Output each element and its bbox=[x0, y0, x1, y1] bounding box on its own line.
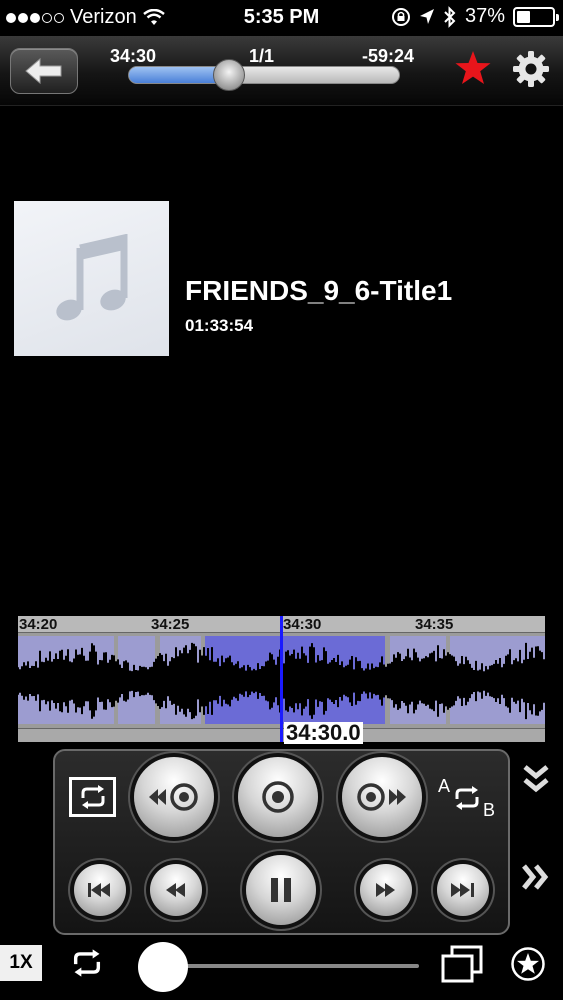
ab-repeat-b-label: B bbox=[483, 800, 496, 820]
windows-icon bbox=[441, 945, 483, 983]
star-icon bbox=[455, 51, 491, 84]
expand-panel-button[interactable] bbox=[520, 862, 552, 897]
track-duration: 01:33:54 bbox=[185, 316, 254, 335]
rotation-lock-icon bbox=[391, 7, 410, 26]
playback-speed-button[interactable]: 1X bbox=[0, 945, 42, 981]
fast-forward-icon bbox=[376, 883, 395, 897]
favorite-button[interactable] bbox=[454, 50, 492, 91]
loop-toggle-button[interactable] bbox=[69, 777, 116, 817]
volume-slider-knob[interactable] bbox=[138, 942, 188, 992]
battery-level bbox=[517, 10, 530, 23]
remaining-time: -59:24 bbox=[362, 46, 415, 66]
rewind-button[interactable] bbox=[150, 864, 202, 916]
battery-icon bbox=[513, 6, 559, 27]
status-bar-right: 37% bbox=[391, 5, 559, 28]
rewind-icon bbox=[166, 883, 185, 897]
waveform-tick-label: 34:35 bbox=[415, 616, 454, 633]
location-icon bbox=[419, 8, 434, 24]
skip-back-icon bbox=[149, 783, 198, 811]
fast-forward-button[interactable] bbox=[360, 864, 412, 916]
double-chevron-down-icon bbox=[523, 765, 549, 793]
seek-bar[interactable] bbox=[128, 66, 400, 84]
pause-icon bbox=[271, 878, 291, 902]
back-button[interactable] bbox=[10, 48, 78, 94]
skip-forward-button[interactable] bbox=[342, 757, 422, 837]
collapse-panel-button[interactable] bbox=[520, 764, 552, 799]
loop-icon bbox=[81, 785, 104, 809]
repeat-button[interactable] bbox=[70, 948, 104, 983]
skip-back-button[interactable] bbox=[134, 757, 214, 837]
target-button[interactable] bbox=[238, 757, 318, 837]
star-circle-icon bbox=[511, 947, 545, 981]
favorites-list-button[interactable] bbox=[510, 946, 546, 987]
next-track-icon bbox=[451, 883, 474, 897]
back-arrow-icon bbox=[25, 57, 62, 85]
repeat-icon bbox=[73, 949, 101, 977]
album-artwork bbox=[14, 201, 169, 356]
next-track-button[interactable] bbox=[437, 864, 489, 916]
battery-percent: 37% bbox=[464, 5, 505, 27]
waveform-tick-label: 34:20 bbox=[19, 616, 58, 633]
bluetooth-icon bbox=[444, 5, 456, 28]
waveform-current-time: 34:30.0 bbox=[284, 720, 363, 745]
music-note-icon bbox=[55, 233, 127, 320]
window-button[interactable] bbox=[440, 944, 484, 989]
volume-slider[interactable] bbox=[163, 964, 419, 968]
ab-repeat-icon bbox=[455, 786, 479, 810]
settings-button[interactable] bbox=[512, 50, 550, 93]
track-title: FRIENDS_9_6-Title1 bbox=[185, 275, 453, 306]
elapsed-time: 34:30 bbox=[110, 46, 157, 66]
previous-track-icon bbox=[88, 883, 110, 897]
waveform-view[interactable]: 34:20 34:25 34:30 34:35 bbox=[18, 616, 545, 742]
target-icon bbox=[262, 781, 294, 813]
track-index: 1/1 bbox=[249, 46, 275, 66]
gear-icon bbox=[513, 51, 549, 87]
skip-forward-icon bbox=[357, 783, 406, 811]
seek-bar-knob[interactable] bbox=[212, 59, 245, 91]
waveform-tick-label: 34:25 bbox=[151, 616, 190, 633]
pause-button[interactable] bbox=[246, 855, 316, 925]
waveform-playhead[interactable] bbox=[280, 616, 283, 742]
waveform-tick-label: 34:30 bbox=[283, 616, 322, 633]
double-chevron-right-icon bbox=[522, 864, 549, 890]
previous-track-button[interactable] bbox=[74, 864, 126, 916]
status-bar: Verizon 5:35 PM 37% bbox=[0, 0, 563, 36]
ab-repeat-a-label: A bbox=[438, 776, 451, 796]
